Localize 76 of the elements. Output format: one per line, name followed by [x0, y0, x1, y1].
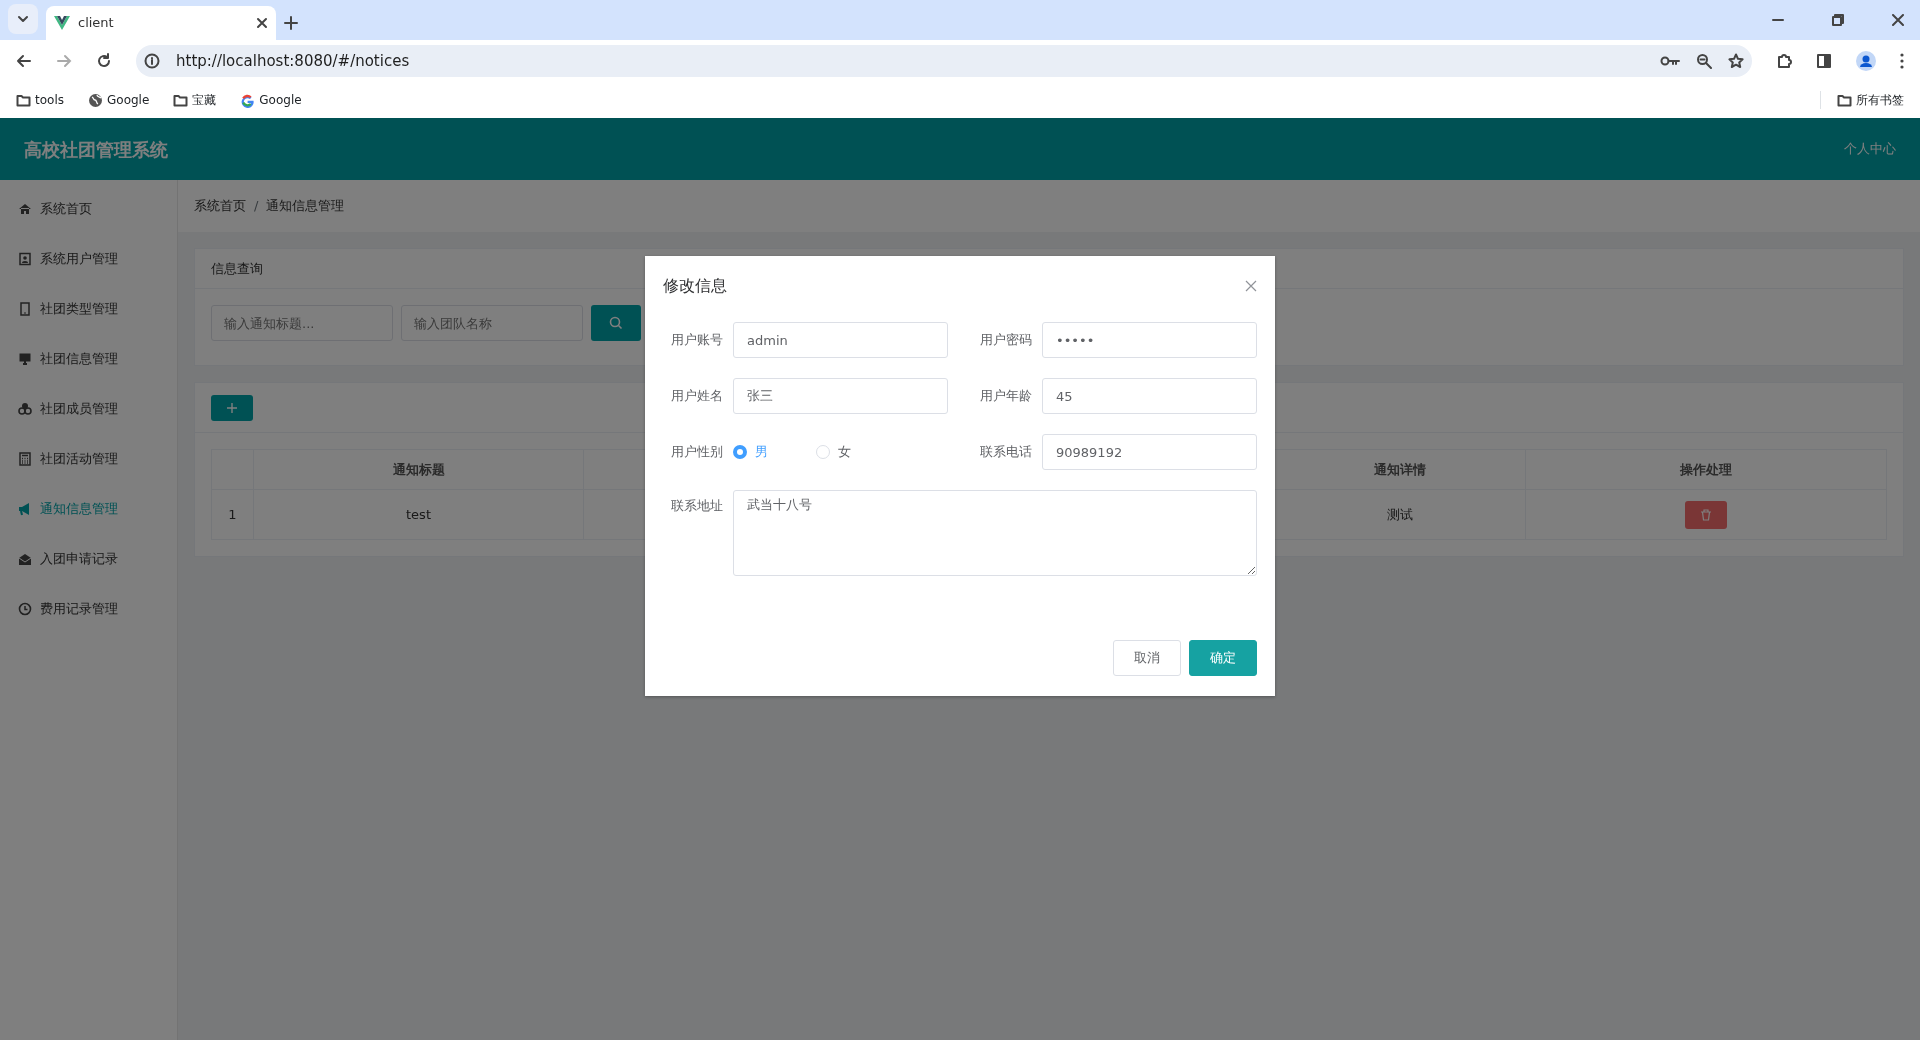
- sidebar-item[interactable]: 系统首页: [0, 184, 177, 234]
- table-cell: 1: [211, 489, 254, 540]
- folder-icon: [173, 92, 189, 108]
- column-header: 操作处理: [1525, 449, 1887, 490]
- bookmark-link[interactable]: tools: [16, 91, 64, 109]
- bookmark-link[interactable]: 宝藏: [173, 91, 217, 109]
- tablet-icon: [18, 302, 32, 316]
- tab-title: client: [78, 14, 115, 33]
- field-label: 联系电话: [979, 443, 1033, 462]
- envelope-icon: [18, 552, 32, 566]
- input-field[interactable]: 张三: [733, 378, 948, 414]
- dialog-title: 修改信息: [663, 275, 728, 297]
- search-field[interactable]: 输入团队名称: [401, 305, 583, 341]
- plus-icon: [226, 401, 238, 414]
- google-logo-icon: [240, 92, 256, 108]
- field-label: 联系地址: [670, 497, 724, 515]
- calculator-icon: [18, 452, 32, 466]
- breadcrumb-separator: /: [254, 197, 259, 216]
- new-tab-icon[interactable]: [284, 16, 298, 30]
- field-label: 用户密码: [979, 331, 1033, 350]
- sidebar-item[interactable]: 社团类型管理: [0, 284, 177, 334]
- reload-icon[interactable]: [96, 53, 112, 69]
- breadcrumb-item[interactable]: 系统首页: [194, 196, 246, 216]
- field-label: 用户姓名: [670, 387, 724, 406]
- folder-icon: [16, 92, 31, 108]
- radio-option[interactable]: 女: [816, 442, 851, 462]
- zoom-icon[interactable]: [1696, 53, 1712, 69]
- sidebar-item[interactable]: 社团信息管理: [0, 334, 177, 384]
- breadcrumb-item: 通知信息管理: [266, 197, 345, 216]
- sidebar-item[interactable]: 社团成员管理: [0, 384, 177, 434]
- sidebar-item[interactable]: 费用记录管理: [0, 584, 177, 634]
- back-icon[interactable]: [16, 53, 32, 69]
- field-label: 用户账号: [670, 331, 724, 350]
- menu-icon[interactable]: [1900, 53, 1904, 69]
- column-header: 通知详情: [1273, 449, 1526, 490]
- confirm-button[interactable]: 确定: [1189, 640, 1257, 676]
- column-header: 通知标题: [253, 449, 584, 490]
- side-panel-icon[interactable]: [1816, 53, 1832, 69]
- folder-icon: [1837, 92, 1852, 108]
- app-title: 高校社团管理系统: [24, 137, 169, 162]
- cancel-button[interactable]: 取消: [1113, 640, 1181, 676]
- search-icon: [609, 316, 623, 330]
- field-label: 用户年龄: [979, 387, 1033, 406]
- home-icon: [18, 202, 32, 216]
- sidebar-item[interactable]: 系统用户管理: [0, 234, 177, 284]
- browser-tab[interactable]: client: [46, 6, 276, 40]
- info-icon[interactable]: [144, 53, 160, 69]
- clock-icon: [18, 602, 32, 616]
- restore-icon[interactable]: [1832, 14, 1844, 26]
- input-field[interactable]: 45: [1042, 378, 1257, 414]
- monitor-icon: [18, 352, 32, 366]
- sidebar-item[interactable]: 入团申请记录: [0, 534, 177, 584]
- address-field[interactable]: 武当十八号: [733, 490, 1257, 576]
- close-icon[interactable]: [1892, 14, 1904, 26]
- field-label: 用户性别: [670, 443, 724, 462]
- profile-icon[interactable]: [1856, 51, 1876, 71]
- users-icon: [18, 402, 32, 416]
- megaphone-icon: [18, 502, 32, 516]
- input-field[interactable]: •••••: [1042, 322, 1257, 358]
- input-field[interactable]: admin: [733, 322, 948, 358]
- vue-logo-icon: [54, 16, 70, 30]
- extension-icon[interactable]: [1776, 53, 1792, 69]
- table-cell: test: [253, 489, 584, 540]
- card-title: 信息查询: [211, 259, 263, 278]
- key-icon[interactable]: [1660, 54, 1680, 68]
- bookmark-link[interactable]: Google: [88, 91, 150, 109]
- search-field[interactable]: 输入通知标题...: [211, 305, 393, 341]
- all-bookmarks-link[interactable]: 所有书签: [1820, 91, 1904, 109]
- star-icon[interactable]: [1728, 53, 1744, 69]
- close-icon[interactable]: [256, 17, 268, 29]
- trash-icon: [1700, 509, 1712, 522]
- input-field[interactable]: 90989192: [1042, 434, 1257, 470]
- globe-icon: [88, 92, 103, 108]
- bookmark-link[interactable]: Google: [240, 91, 302, 109]
- sidebar-item[interactable]: 社团活动管理: [0, 434, 177, 484]
- id-card-icon: [18, 252, 32, 266]
